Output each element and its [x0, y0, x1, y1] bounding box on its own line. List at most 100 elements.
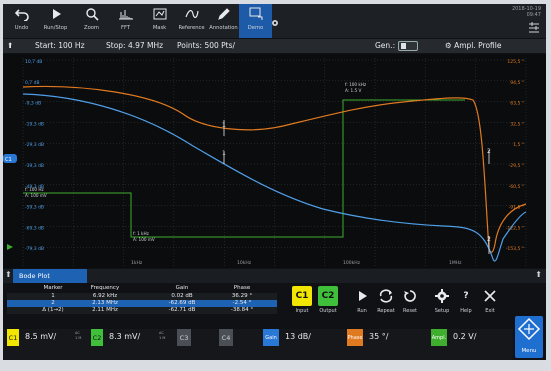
row2-phase: -2.54 °: [232, 300, 252, 306]
c2-key: C2: [91, 329, 103, 346]
table-row[interactable]: 2 2.13 MHz -62.69 dB -2.54 °: [7, 300, 277, 307]
mask-icon: [153, 4, 167, 24]
bode-plot-tab[interactable]: Bode Plot: [13, 269, 87, 283]
setup-label: Setup: [434, 308, 450, 314]
phase-axis-label: 94,5 °: [510, 80, 524, 86]
undo-icon: [14, 4, 29, 24]
gain-axis-label: -9,3 dB: [25, 101, 41, 107]
window-layout-icon[interactable]: [527, 22, 541, 34]
c3-key: C3: [177, 329, 191, 346]
exit-button[interactable]: Exit: [477, 286, 503, 324]
row2-gain: -62.69 dB: [168, 300, 196, 306]
exit-label: Exit: [485, 308, 495, 314]
zoom-button[interactable]: Zoom: [75, 4, 108, 38]
reference-icon: [184, 4, 199, 24]
run-label: Run: [357, 308, 367, 314]
play-icon: [50, 4, 62, 24]
amplitude-scale-value: 0.2 V/: [453, 332, 477, 341]
help-icon: ?: [463, 291, 469, 301]
start-frequency[interactable]: Start: 100 Hz: [35, 41, 85, 50]
channel-c4[interactable]: C4: [219, 329, 259, 346]
amplitude-profile-button[interactable]: ⚙ Ampl. Profile: [445, 41, 501, 50]
run-stop-button[interactable]: Run/Stop: [39, 4, 72, 38]
help-button[interactable]: ? Help: [453, 286, 479, 324]
gain-scale[interactable]: Gain 13 dB/: [263, 329, 345, 346]
annotation-frequency: f: 1 kHz: [133, 231, 150, 236]
c1-impedance: 1 M: [75, 336, 82, 340]
channel-c3[interactable]: C3: [177, 329, 217, 346]
fft-button[interactable]: FFT: [109, 4, 142, 38]
generator-label: Gen.:: [375, 41, 396, 50]
bode-plot-chart: 10,7 dB 0,7 dB -9,3 dB -19,3 dB -29,3 dB -39,…: [3, 58, 527, 266]
generator-toggle[interactable]: [398, 41, 418, 51]
gain-axis-label: 10,7 dB: [25, 59, 42, 65]
setup-button[interactable]: Setup: [429, 286, 455, 324]
phase-axis-label: 63,5 °: [510, 101, 524, 107]
phase-axis-label: -60,5 °: [509, 184, 524, 190]
bode-plot-area[interactable]: 10,7 dB 0,7 dB -9,3 dB -19,3 dB -29,3 dB -39,…: [3, 54, 546, 268]
menu-button[interactable]: Menu: [515, 316, 543, 358]
play-icon: [352, 286, 372, 306]
stop-frequency[interactable]: Stop: 4.97 MHz: [106, 41, 163, 50]
annotation-label: Annotation: [209, 25, 238, 31]
amplitude-profile-label: Ampl. Profile: [454, 41, 502, 50]
c4-key: C4: [219, 329, 233, 346]
run-button[interactable]: Run: [349, 286, 375, 324]
repeat-button[interactable]: Repeat: [373, 286, 399, 324]
annotation-button[interactable]: Annotation: [207, 4, 240, 38]
demo-button[interactable]: Demo: [239, 4, 272, 38]
row2-frequency: 2.13 MHz: [92, 300, 118, 306]
reset-button[interactable]: Reset: [397, 286, 423, 324]
undo-label: Undo: [14, 25, 29, 31]
repeat-label: Repeat: [377, 308, 395, 314]
phase-key: Phase: [347, 329, 363, 346]
settings-chevron-icon[interactable]: ⬆: [7, 41, 13, 50]
table-row[interactable]: Δ (1→2) 2.11 MHz -62.71 dB -38.84 °: [7, 307, 277, 314]
output-label: Output: [319, 308, 337, 314]
demo-icon: [249, 4, 263, 24]
annotation-amplitude: A: 100 mV: [25, 193, 47, 198]
mask-button[interactable]: Mask: [143, 4, 176, 38]
bode-plot-strip: ⬆ Bode Plot ⬆: [3, 269, 546, 283]
close-icon: [480, 286, 500, 306]
collapse-chevron-icon[interactable]: ⬆: [5, 270, 12, 279]
table-header: Marker Frequency Gain Phase: [7, 285, 277, 292]
amplitude-level-marker: [7, 244, 13, 250]
phase-scale-value: 35 °/: [369, 332, 389, 341]
input-button[interactable]: C1 Input: [289, 286, 315, 324]
settings-gear-icon[interactable]: [270, 18, 280, 28]
gain-axis-label: -19,3 dB: [25, 121, 44, 127]
row1-frequency: 6.92 kHz: [92, 293, 118, 299]
amplitude-profile-line: [23, 99, 465, 238]
pen-icon: [217, 4, 231, 24]
frequency-axis-label: 1kHz: [131, 260, 143, 266]
phase-axis-label: -29,5 °: [509, 163, 524, 169]
channel-c1[interactable]: C1 8.5 mV/ AC 1 M: [7, 329, 87, 346]
menu-label: Menu: [521, 348, 537, 354]
header-gain: Gain: [175, 285, 189, 291]
points-setting[interactable]: Points: 500 Pts/: [177, 41, 235, 50]
undo-button[interactable]: Undo: [5, 4, 38, 38]
table-row[interactable]: 1 6.92 kHz 0.02 dB 36.29 °: [7, 293, 277, 300]
reference-button[interactable]: Reference: [175, 4, 208, 38]
output-button[interactable]: C2 Output: [315, 286, 341, 324]
phase-scale[interactable]: Phase 35 °/: [347, 329, 429, 346]
repeat-icon: [376, 286, 396, 306]
toolbar: Undo Run/Stop Zoom FFT Mask Reference An…: [3, 4, 546, 38]
reference-label: Reference: [178, 25, 205, 31]
bode-control-buttons: C1 Input C2 Output Run Repeat Reset Setu…: [289, 286, 519, 326]
expand-chevron-icon[interactable]: ⬆: [535, 270, 542, 279]
gain-axis-label: 0,7 dB: [25, 80, 40, 86]
demo-label: Demo: [247, 25, 264, 31]
channel-c2[interactable]: C2 8.3 mV/ AC 1 M: [91, 329, 171, 346]
run-stop-label: Run/Stop: [43, 25, 68, 31]
gain-axis-label: -59,3 dB: [25, 205, 44, 211]
oscilloscope-screen: Undo Run/Stop Zoom FFT Mask Reference An…: [3, 4, 546, 360]
amplitude-scale[interactable]: Ampl. 0.2 V/: [431, 329, 511, 346]
phase-axis-label: -153,5 °: [506, 246, 524, 252]
frequency-axis-label: 1MHz: [449, 260, 462, 266]
phase-axis-label: 32,5 °: [510, 121, 524, 127]
c2-scale: 8.3 mV/: [109, 332, 141, 341]
gear-icon: [432, 286, 452, 306]
bode-marker-table: Marker Frequency Gain Phase 1 6.92 kHz 0…: [7, 285, 277, 326]
